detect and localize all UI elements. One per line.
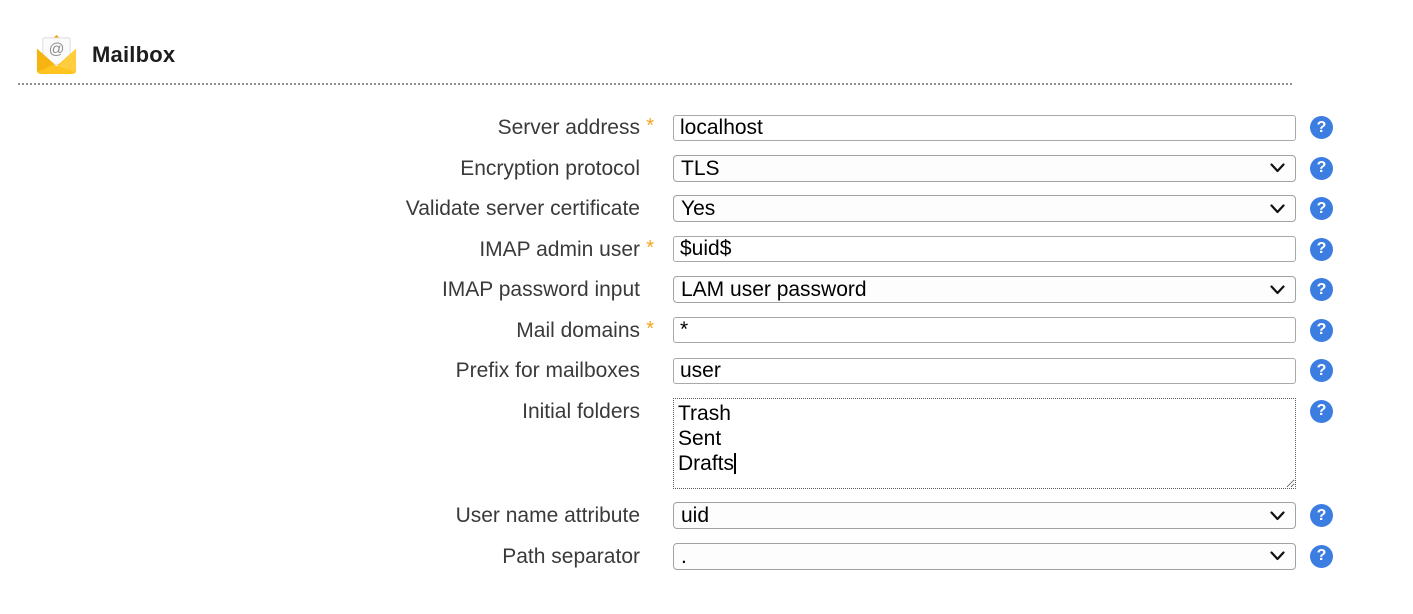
mail-domains-input[interactable] <box>673 317 1296 343</box>
help-icon[interactable]: ? <box>1310 504 1333 527</box>
server-address-label: Server address* <box>0 114 640 141</box>
form-row-path-separator: Path separator . ? <box>0 543 1413 570</box>
encryption-protocol-label: Encryption protocol <box>0 155 640 182</box>
initial-folders-textarea[interactable]: Trash Sent Drafts <box>673 398 1296 489</box>
help-icon[interactable]: ? <box>1310 238 1333 261</box>
mailbox-settings-form: Server address* ? Encryption protocol TL… <box>0 114 1413 570</box>
path-separator-label: Path separator <box>0 543 640 570</box>
imap-admin-user-label: IMAP admin user* <box>0 236 640 263</box>
path-separator-select[interactable]: . <box>673 543 1296 570</box>
help-icon[interactable]: ? <box>1310 545 1333 568</box>
required-marker: * <box>646 113 654 140</box>
form-row-user-name-attribute: User name attribute uid ? <box>0 502 1413 529</box>
form-row-mail-domains: Mail domains* ? <box>0 317 1413 344</box>
form-row-imap-password-input: IMAP password input LAM user password ? <box>0 276 1413 303</box>
help-icon[interactable]: ? <box>1310 278 1333 301</box>
validate-server-certificate-label: Validate server certificate <box>0 195 640 222</box>
imap-password-input-select[interactable]: LAM user password <box>673 276 1296 303</box>
form-row-server-address: Server address* ? <box>0 114 1413 141</box>
svg-text:@: @ <box>49 41 65 58</box>
validate-server-certificate-select[interactable]: Yes <box>673 195 1296 222</box>
mail-domains-label: Mail domains* <box>0 317 640 344</box>
required-marker: * <box>646 235 654 262</box>
help-icon[interactable]: ? <box>1310 400 1333 423</box>
form-row-initial-folders: Initial folders Trash Sent Drafts ? <box>0 398 1413 489</box>
help-icon[interactable]: ? <box>1310 157 1333 180</box>
imap-password-input-label: IMAP password input <box>0 276 640 303</box>
user-name-attribute-select[interactable]: uid <box>673 502 1296 529</box>
prefix-for-mailboxes-label: Prefix for mailboxes <box>0 357 640 384</box>
user-name-attribute-label: User name attribute <box>0 502 640 529</box>
help-icon[interactable]: ? <box>1310 319 1333 342</box>
module-header: @ Mailbox <box>0 0 1413 76</box>
form-row-encryption-protocol: Encryption protocol TLS ? <box>0 155 1413 182</box>
header-divider <box>18 83 1292 85</box>
help-icon[interactable]: ? <box>1310 197 1333 220</box>
form-row-prefix-for-mailboxes: Prefix for mailboxes ? <box>0 357 1413 384</box>
initial-folders-label: Initial folders <box>0 398 640 425</box>
form-row-imap-admin-user: IMAP admin user* ? <box>0 236 1413 263</box>
prefix-for-mailboxes-input[interactable] <box>673 358 1296 384</box>
form-row-validate-server-certificate: Validate server certificate Yes ? <box>0 195 1413 222</box>
encryption-protocol-select[interactable]: TLS <box>673 155 1296 182</box>
required-marker: * <box>646 316 654 343</box>
mailbox-icon: @ <box>35 33 78 76</box>
help-icon[interactable]: ? <box>1310 359 1333 382</box>
server-address-input[interactable] <box>673 115 1296 141</box>
help-icon[interactable]: ? <box>1310 116 1333 139</box>
page-title: Mailbox <box>92 42 175 68</box>
imap-admin-user-input[interactable] <box>673 236 1296 262</box>
